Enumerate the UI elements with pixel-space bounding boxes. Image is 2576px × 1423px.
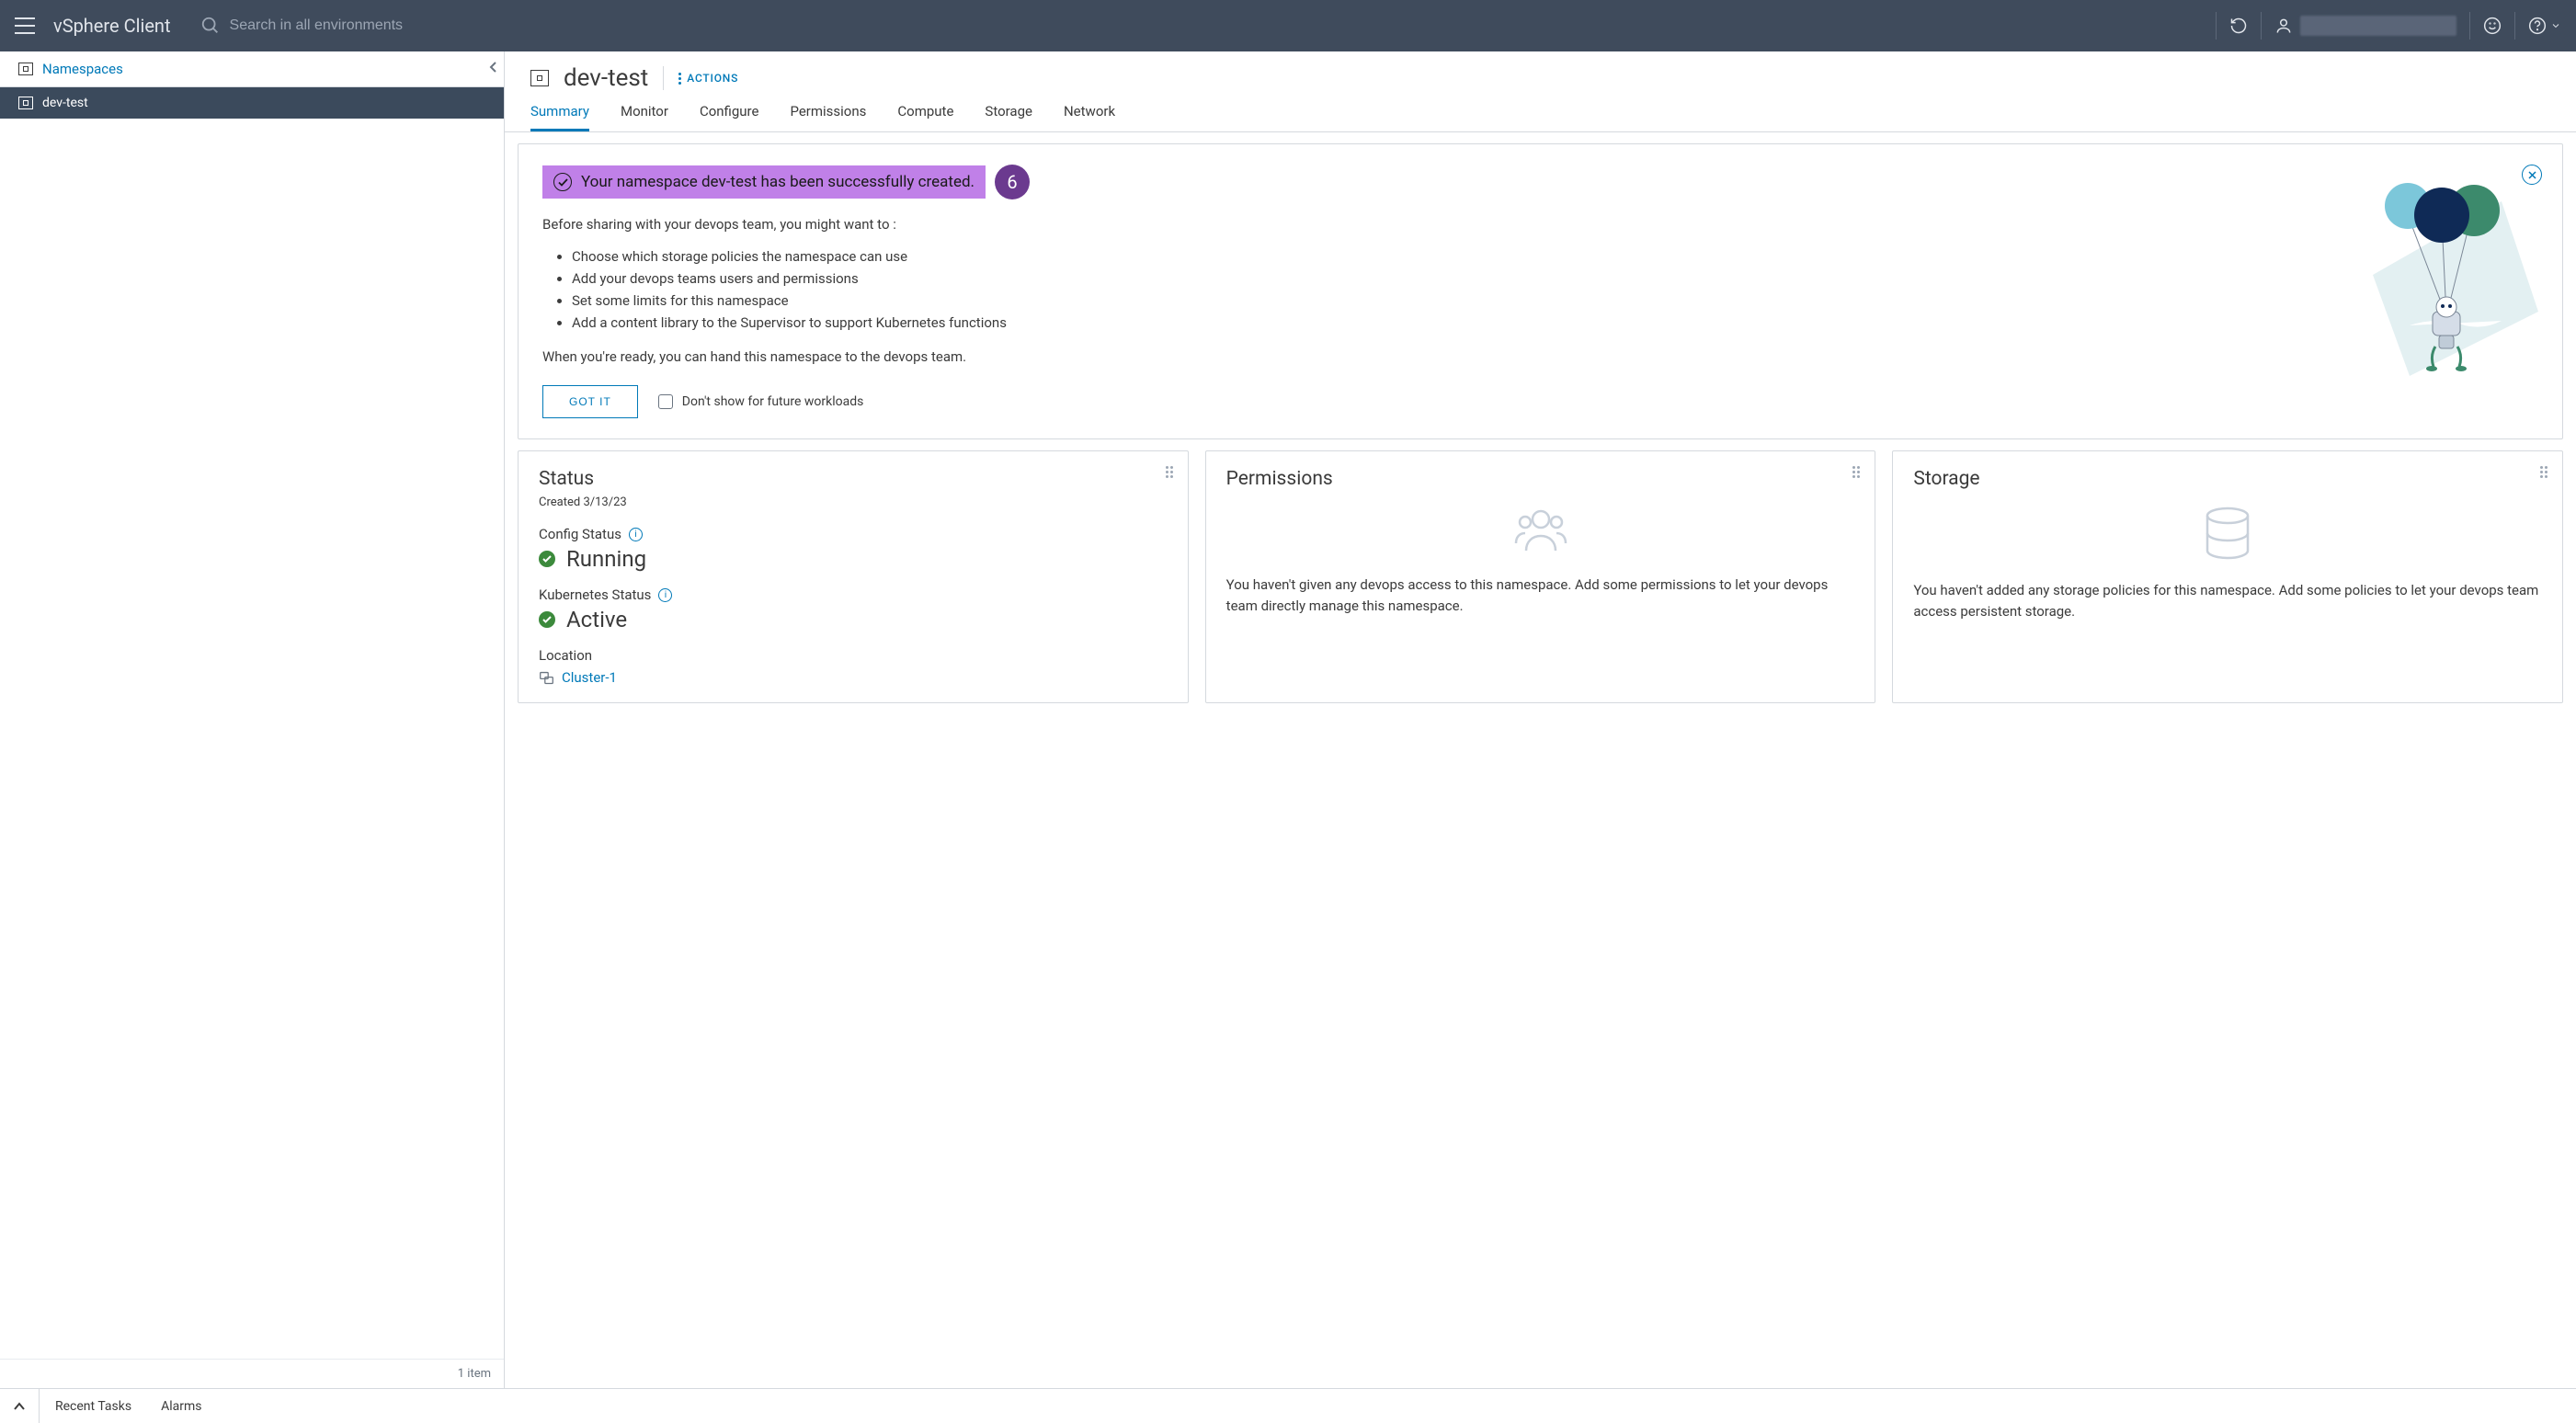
tab-storage[interactable]: Storage xyxy=(985,103,1032,131)
card-title: Permissions xyxy=(1226,468,1855,490)
help-icon[interactable] xyxy=(2528,17,2547,35)
actions-button[interactable]: ACTIONS xyxy=(678,72,738,85)
divider xyxy=(2261,12,2262,40)
tabs: Summary Monitor Configure Permissions Co… xyxy=(505,92,2576,132)
nav-header: Namespaces xyxy=(0,51,504,87)
check-circle-icon xyxy=(553,173,572,191)
card-description: You haven't added any storage policies f… xyxy=(1913,580,2542,623)
divider xyxy=(663,66,664,90)
card-description: You haven't given any devops access to t… xyxy=(1226,575,1855,618)
sidebar-collapse-button[interactable] xyxy=(489,61,498,77)
config-status-value: Running xyxy=(539,546,1168,572)
sidebar-item-label: dev-test xyxy=(42,96,88,110)
namespace-icon xyxy=(18,63,33,75)
card-title: Storage xyxy=(1913,468,2542,490)
dont-show-checkbox[interactable]: Don't show for future workloads xyxy=(658,394,864,409)
tab-configure[interactable]: Configure xyxy=(700,103,759,131)
search-input[interactable] xyxy=(230,17,506,34)
search-wrap xyxy=(200,16,506,36)
user-menu[interactable] xyxy=(2274,16,2456,36)
divider xyxy=(2216,12,2217,40)
menu-toggle-icon[interactable] xyxy=(15,17,35,34)
sidebar-item-dev-test[interactable]: dev-test xyxy=(0,87,504,119)
users-icon xyxy=(1226,507,1855,554)
content-header: dev-test ACTIONS xyxy=(505,51,2576,92)
recent-tasks-tab[interactable]: Recent Tasks xyxy=(55,1399,131,1414)
storage-card: Storage You haven't added any storage po… xyxy=(1892,450,2563,703)
step-badge: 6 xyxy=(995,165,1030,199)
main-area: Namespaces dev-test 1 item dev-test ACTI… xyxy=(0,51,2576,1388)
sidebar-item-count: 1 item xyxy=(0,1359,504,1388)
chevron-down-icon[interactable] xyxy=(2550,17,2561,35)
success-message: Your namespace dev-test has been success… xyxy=(542,165,986,199)
database-icon xyxy=(1913,507,2542,560)
status-ok-icon xyxy=(539,611,555,628)
got-it-button[interactable]: GOT IT xyxy=(542,385,638,418)
refresh-icon[interactable] xyxy=(2229,17,2248,35)
location-label: Location xyxy=(539,647,1168,664)
info-icon[interactable]: i xyxy=(658,588,672,602)
k8s-status-value: Active xyxy=(539,607,1168,632)
drag-handle-icon[interactable] xyxy=(2540,466,2548,478)
drag-handle-icon[interactable] xyxy=(1852,466,1860,478)
config-status-label: Config Status i xyxy=(539,526,1168,542)
app-title: vSphere Client xyxy=(53,15,171,37)
top-bar: vSphere Client xyxy=(0,0,2576,51)
tab-compute[interactable]: Compute xyxy=(897,103,953,131)
balloons-illustration xyxy=(2354,165,2538,376)
list-item: Choose which storage policies the namesp… xyxy=(572,245,2327,268)
list-item: Add a content library to the Supervisor … xyxy=(572,312,2327,334)
card-title: Status xyxy=(539,468,1168,490)
k8s-status-label: Kubernetes Status i xyxy=(539,586,1168,603)
status-card: Status Created 3/13/23 Config Status i R… xyxy=(518,450,1189,703)
success-text: Your namespace dev-test has been success… xyxy=(581,173,975,191)
drag-handle-icon[interactable] xyxy=(1166,466,1173,478)
alarms-tab[interactable]: Alarms xyxy=(161,1399,201,1414)
intro-list: Choose which storage policies the namesp… xyxy=(572,245,2327,334)
list-item: Add your devops teams users and permissi… xyxy=(572,268,2327,290)
intro-text: Before sharing with your devops team, yo… xyxy=(542,216,2327,233)
cluster-icon xyxy=(539,670,554,686)
bottom-bar: Recent Tasks Alarms xyxy=(0,1388,2576,1423)
cards-row: Status Created 3/13/23 Config Status i R… xyxy=(505,450,2576,716)
topbar-right xyxy=(2203,12,2561,40)
permissions-card: Permissions You haven't given any devops… xyxy=(1205,450,1876,703)
tab-permissions[interactable]: Permissions xyxy=(790,103,866,131)
list-item: Set some limits for this namespace xyxy=(572,290,2327,312)
namespaces-link[interactable]: Namespaces xyxy=(42,61,123,77)
welcome-panel: Your namespace dev-test has been success… xyxy=(518,143,2563,439)
user-icon xyxy=(2274,17,2293,35)
ready-text: When you're ready, you can hand this nam… xyxy=(542,348,2327,365)
search-icon[interactable] xyxy=(200,16,221,36)
username-redacted xyxy=(2300,16,2456,36)
checkbox-label: Don't show for future workloads xyxy=(682,394,864,409)
namespace-icon xyxy=(530,70,549,86)
smile-icon[interactable] xyxy=(2483,17,2502,35)
created-date: Created 3/13/23 xyxy=(539,495,1168,509)
dots-vertical-icon xyxy=(678,73,681,85)
cluster-link[interactable]: Cluster-1 xyxy=(539,669,1168,686)
sidebar: Namespaces dev-test 1 item xyxy=(0,51,505,1388)
tab-monitor[interactable]: Monitor xyxy=(621,103,668,131)
tab-summary[interactable]: Summary xyxy=(530,103,589,131)
tab-network[interactable]: Network xyxy=(1064,103,1115,131)
checkbox-icon xyxy=(658,394,673,409)
divider xyxy=(2469,12,2470,40)
page-title: dev-test xyxy=(564,64,648,92)
actions-label: ACTIONS xyxy=(687,72,738,85)
content: dev-test ACTIONS Summary Monitor Configu… xyxy=(505,51,2576,1388)
info-icon[interactable]: i xyxy=(629,528,643,541)
namespace-icon xyxy=(18,97,33,109)
divider xyxy=(2514,12,2515,40)
expand-bottom-panel[interactable] xyxy=(13,1389,40,1423)
status-ok-icon xyxy=(539,551,555,567)
